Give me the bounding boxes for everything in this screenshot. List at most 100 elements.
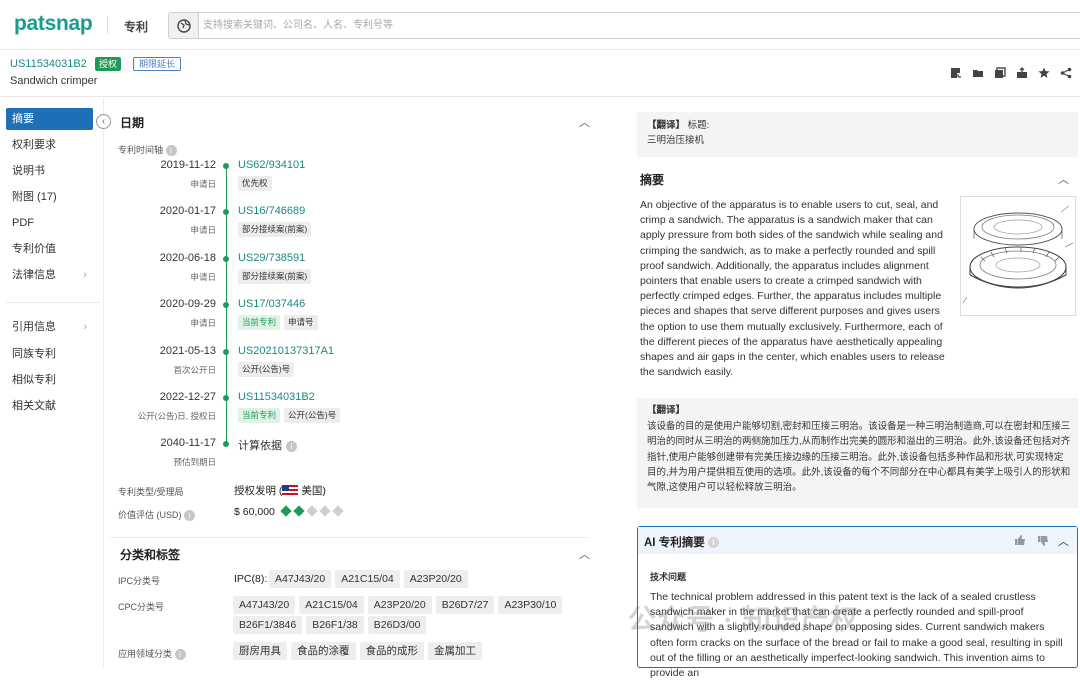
nav-figures[interactable]: 附图 (17) <box>6 186 93 208</box>
patsnap-logo[interactable]: patsnap <box>14 12 93 36</box>
thumbs-up-icon[interactable] <box>1014 534 1026 549</box>
abstract-text: An objective of the apparatus is to enab… <box>640 199 945 379</box>
abstract-translation-text: 该设备的目的是使用户能够切割,密封和压接三明治。该设备是一种三明治制造商,可以在… <box>647 421 1071 494</box>
product-selector[interactable]: 专利 <box>124 18 148 35</box>
chevron-right-icon: › <box>83 321 87 333</box>
rating-empty-icon <box>332 505 344 517</box>
copy-icon[interactable] <box>992 66 1008 80</box>
calc-basis-link[interactable]: 计算依据 i <box>238 437 297 453</box>
classification-chip[interactable]: 食品的成形 <box>359 642 424 660</box>
classification-chip[interactable]: A23P30/10 <box>498 596 563 614</box>
watermark: 公众号 · 知识产权 <box>628 604 859 635</box>
application-number-link[interactable]: US62/934101 <box>238 159 305 171</box>
info-icon[interactable]: i <box>286 440 297 452</box>
timeline-date: 2020-01-17 <box>159 205 216 217</box>
search-input[interactable] <box>203 13 903 38</box>
info-icon[interactable]: i <box>707 537 719 549</box>
type-value-text: 授权发明 ( <box>234 485 283 497</box>
pdf-download-icon[interactable] <box>948 66 964 80</box>
current-patent-tag: 当前专利 <box>238 315 281 330</box>
collapse-classification-icon[interactable]: ︿ <box>579 546 590 562</box>
timeline-date: 2019-11-12 <box>160 159 216 171</box>
classification-chip[interactable]: B26F1/38 <box>306 616 364 634</box>
timeline-dot <box>223 163 229 169</box>
nav-pdf[interactable]: PDF <box>6 212 93 234</box>
classification-chip[interactable]: A23P20/20 <box>403 570 468 588</box>
abstract-translation-box: 【翻译】 该设备的目的是使用户能够切割,密封和压接三明治。该设备是一种三明治制造… <box>637 398 1078 508</box>
nav-claims[interactable]: 权利要求 <box>6 134 93 156</box>
timeline-dot <box>223 349 229 355</box>
classification-chip[interactable]: 食品的涂覆 <box>291 642 356 660</box>
nav-citations[interactable]: 引用信息 › <box>6 316 93 338</box>
classification-chip[interactable]: B26D7/27 <box>435 596 495 614</box>
application-number-link[interactable]: US20210137317A1 <box>238 345 334 357</box>
timeline-date-type: 申请日 <box>190 225 216 235</box>
timeline-date: 2021-05-13 <box>159 345 216 357</box>
rating-empty-icon <box>319 505 331 517</box>
share-out-icon[interactable] <box>1014 66 1030 80</box>
folder-icon[interactable] <box>970 66 986 80</box>
application-number-link[interactable]: US16/746689 <box>238 205 305 217</box>
collapse-dates-icon[interactable]: ︿ <box>579 114 590 130</box>
collapse-ai-icon[interactable]: ︿ <box>1058 533 1069 549</box>
classification-chip[interactable]: 厨房用具 <box>233 642 287 660</box>
rating-filled-icon <box>293 505 305 517</box>
nav-related-docs[interactable]: 相关文献 <box>6 395 93 417</box>
value-rating <box>279 505 344 518</box>
nav-abstract[interactable]: 摘要 <box>6 108 93 130</box>
timeline-tag: 部分接续案(前案) <box>238 269 312 284</box>
classification-chip[interactable]: A21C15/04 <box>335 570 400 588</box>
title-translation-header: 【翻译】 标题: <box>647 118 709 133</box>
abstract-title: 摘要 <box>640 173 665 187</box>
translation-label: 标题: <box>687 120 710 131</box>
timeline-label: 专利时间轴 i <box>118 143 177 157</box>
application-number-link[interactable]: US29/738591 <box>238 252 305 264</box>
patent-number[interactable]: US11534031B2 <box>10 58 87 70</box>
share-icon[interactable] <box>1058 66 1074 80</box>
patent-drawing[interactable] <box>960 196 1076 316</box>
classification-chip[interactable]: B26F1/3846 <box>233 616 303 634</box>
info-icon[interactable]: i <box>184 510 196 522</box>
title-translation-text: 三明治压接机 <box>647 135 705 146</box>
divider <box>103 98 104 668</box>
timeline-dot <box>223 209 229 215</box>
translation-tag: 【翻译】 <box>647 405 686 416</box>
type-close: ) <box>322 485 326 497</box>
classification-chip[interactable]: 金属加工 <box>428 642 482 660</box>
star-icon[interactable] <box>1036 66 1052 80</box>
application-number-link[interactable]: US17/037446 <box>238 298 305 310</box>
rating-filled-icon <box>280 505 292 517</box>
timeline-date-type: 预估到期日 <box>173 457 216 467</box>
classification-chip[interactable]: A21C15/04 <box>299 596 364 614</box>
translation-tag: 【翻译】 <box>647 120 686 131</box>
timeline-tag: 部分接续案(前案) <box>238 222 312 237</box>
ai-summary-title: AI 专利摘要 i <box>644 534 719 550</box>
classification-title: 分类和标签 <box>120 548 181 562</box>
classification-chip[interactable]: A47J43/20 <box>269 570 332 588</box>
ipc-label: IPC分类号 <box>118 576 161 586</box>
nav-description[interactable]: 说明书 <box>6 160 93 182</box>
ai-summary-card: AI 专利摘要 i ︿ 技术问题 The technical problem a… <box>637 526 1078 679</box>
nav-similar[interactable]: 相似专利 <box>6 369 93 391</box>
timeline-dot <box>223 302 229 308</box>
timeline-date-type: 公开(公告)日, 授权日 <box>137 411 216 421</box>
globe-icon[interactable] <box>169 13 199 38</box>
thumbs-down-icon[interactable] <box>1037 535 1049 550</box>
info-icon[interactable]: i <box>174 649 186 661</box>
nav-family[interactable]: 同族专利 <box>6 343 93 365</box>
nav-patent-value[interactable]: 专利价值 <box>6 238 93 260</box>
nav-legal-info[interactable]: 法律信息 › <box>6 264 93 286</box>
search-box[interactable] <box>168 12 1080 39</box>
classification-chip[interactable]: A23P20/20 <box>367 596 432 614</box>
value-amount-text: $ 60,000 <box>234 506 275 518</box>
classification-chip[interactable]: A47J43/20 <box>233 596 296 614</box>
collapse-sidebar-icon[interactable]: ‹ <box>96 114 111 129</box>
type-label: 专利类型/受理局 <box>118 487 184 497</box>
extension-badge[interactable]: 期限延长 <box>133 57 182 71</box>
application-number-link[interactable]: US11534031B2 <box>238 391 315 403</box>
ai-summary-header: AI 专利摘要 i ︿ <box>638 527 1077 554</box>
collapse-abstract-icon[interactable]: ︿ <box>1058 171 1069 187</box>
classification-chip[interactable]: B26D3/00 <box>367 616 427 634</box>
app-domain-label: 应用领域分类 i <box>118 647 186 661</box>
info-icon[interactable]: i <box>165 145 177 157</box>
